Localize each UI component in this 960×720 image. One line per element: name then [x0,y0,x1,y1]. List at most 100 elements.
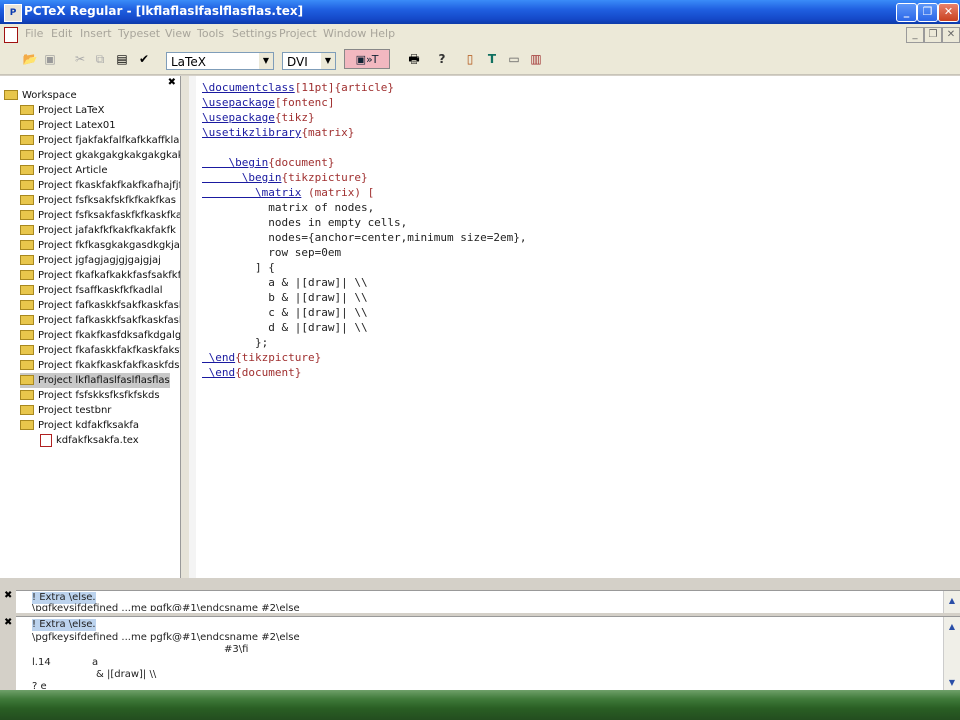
mdi-restore-button[interactable]: ❐ [924,27,942,43]
menu-bar: File Edit Insert Typeset View Tools Sett… [0,24,960,44]
tree-project-item[interactable]: Project fsfksakfaskfkfkaskfkas [20,208,180,223]
menu-typeset[interactable]: Typeset [118,27,160,40]
menu-help[interactable]: Help [370,27,395,40]
print-icon[interactable]: 🖶 [404,49,424,69]
scrollbar[interactable]: ▲ [943,591,960,613]
typeset-icon[interactable]: ▣»T [344,49,390,69]
spellcheck-icon[interactable]: ✔ [134,49,154,69]
log-line: a [92,657,99,668]
tree-project-item[interactable]: Project fkakfkaskfakfkaskfds [20,358,180,373]
tree-project-item[interactable]: Project fkaskfakfkakfkafhajfjfc [20,178,180,193]
app-icon: P [4,4,22,22]
code-line: \end{tikzpicture} [202,351,322,364]
mdi-minimize-button[interactable]: _ [906,27,924,43]
mdi-close-button[interactable]: ✕ [942,27,960,43]
folder-icon [20,375,34,385]
panel-splitter[interactable] [181,76,189,578]
scrollbar[interactable]: ▲ ▼ [943,617,960,691]
folder-icon [4,90,18,100]
minimize-button[interactable]: _ [896,3,917,22]
folder-icon [20,360,34,370]
tree-project-item[interactable]: Project LaTeX [20,103,105,118]
tree-project-item[interactable]: Project fafkaskkfsakfkaskfask [20,298,180,313]
tree-project-item[interactable]: Project fsfskksfksfkfskds [20,388,160,403]
menu-settings[interactable]: Settings [232,27,277,40]
close-button[interactable]: ✕ [938,3,959,22]
pane-close-icon[interactable]: ✖ [4,617,12,628]
folder-icon [20,120,34,130]
code-line: a & |[draw]| \\ [202,276,368,289]
tree-project-item[interactable]: Project fjakfakfalfkafkkaffklaku [20,133,180,148]
pdf-icon[interactable]: ▥ [526,49,546,69]
tree-project-item[interactable]: Project jgfagjagjgjgajgjaj [20,253,161,268]
tree-project-item[interactable]: Project kdfakfksakfa [20,418,139,433]
scroll-up-icon[interactable]: ▲ [946,621,958,633]
scroll-down-icon[interactable]: ▼ [946,677,958,689]
folder-icon [20,345,34,355]
maximize-button[interactable]: ❐ [917,3,938,22]
page-icon[interactable]: ▯ [460,49,480,69]
log-line: \pgfkeysifdefined ...me pgfk@#1\endcsnam… [32,632,300,643]
format-value: LaTeX [171,55,206,69]
open-icon[interactable]: 📂 [20,49,40,69]
log-line: #3\fi [224,644,249,655]
toolbar: 📂 ▣ ✂ ⧉ ▤ ✔ LaTeX ▼ DVI ▼ ▣»T 🖶 ? ▯ T ▭ … [0,44,960,75]
menu-insert[interactable]: Insert [80,27,112,40]
log-pane-bottom[interactable]: ! Extra \else. \pgfkeysifdefined ...me p… [16,616,960,691]
tree-project-item[interactable]: Project Latex01 [20,118,116,133]
menu-window[interactable]: Window [323,27,366,40]
folder-icon [20,225,34,235]
scroll-up-icon[interactable]: ▲ [946,595,958,607]
log-line: & |[draw]| \\ [96,669,157,680]
document-icon[interactable] [4,27,18,43]
help-icon[interactable]: ? [432,49,452,69]
format-dropdown[interactable]: LaTeX ▼ [166,52,274,70]
menu-view[interactable]: View [165,27,191,40]
tree-project-item[interactable]: Project testbnr [20,403,111,418]
tree-project-item[interactable]: Project fkafkafkakkfasfsakfkf [20,268,180,283]
pane-close-icon[interactable]: ✖ [4,590,12,601]
tree-project-item[interactable]: Project gkakgakgkakgakgkakg [20,148,180,163]
title-bar: P PCTeX Regular - [lkflaflaslfaslflasfla… [0,0,960,24]
log-error-line: ! Extra \else. [32,619,96,631]
folder-icon [20,390,34,400]
tree-project-item[interactable]: Project Article [20,163,107,178]
code-line: nodes={anchor=center,minimum size=2em}, [202,231,527,244]
tree-project-item[interactable]: Project fkakfkasfdksafkdgalgsl [20,328,180,343]
menu-file[interactable]: File [25,27,43,40]
folder-icon [20,165,34,175]
code-line: \usepackage[fontenc] [202,96,335,109]
code-line: }; [202,336,269,349]
code-line: \usepackage{tikz} [202,111,315,124]
log-prompt[interactable]: ? e [32,681,47,690]
panel-close-icon[interactable]: ✖ [168,77,176,88]
menu-project[interactable]: Project [279,27,317,40]
tex-icon[interactable]: T [482,49,502,69]
menu-edit[interactable]: Edit [51,27,72,40]
copy-icon[interactable]: ⧉ [90,49,110,69]
paste-icon[interactable]: ▤ [112,49,132,69]
log-pane-top[interactable]: ! Extra \else. \pgfkeysifdefined ...me p… [16,590,960,613]
tree-project-item[interactable]: Project fkafaskkfakfkaskfaksfk [20,343,180,358]
cut-icon[interactable]: ✂ [70,49,90,69]
tree-project-item[interactable]: Project jafakfkfkakfkakfakfk [20,223,176,238]
folder-icon [20,135,34,145]
code-editor[interactable]: \documentclass[11pt]{article} \usepackage… [196,76,960,578]
output-dropdown[interactable]: DVI ▼ [282,52,336,70]
save-icon[interactable]: ▣ [40,49,60,69]
output-value: DVI [287,55,308,69]
menu-tools[interactable]: Tools [197,27,224,40]
workspace-panel: ✖ Workspace Project LaTeX Project Latex01… [0,76,181,578]
view-icon[interactable]: ▭ [504,49,524,69]
folder-icon [20,210,34,220]
tree-project-item[interactable]: Project fkfkasgkakgasdkgkja [20,238,180,253]
tree-file-item[interactable]: kdfakfksakfa.tex [40,433,139,448]
pane-divider[interactable] [0,579,960,589]
code-line: \begin{tikzpicture} [202,171,368,184]
tex-file-icon [40,433,52,447]
tree-project-item[interactable]: Project fafkaskkfsakfkaskfask [20,313,180,328]
tree-root[interactable]: Workspace [4,88,77,103]
tree-project-item[interactable]: Project lkflaflaslfaslflasflas [20,373,170,388]
tree-project-item[interactable]: Project fsaffkaskfkfkadlal [20,283,163,298]
tree-project-item[interactable]: Project fsfksakfskfkfkakfkas [20,193,176,208]
